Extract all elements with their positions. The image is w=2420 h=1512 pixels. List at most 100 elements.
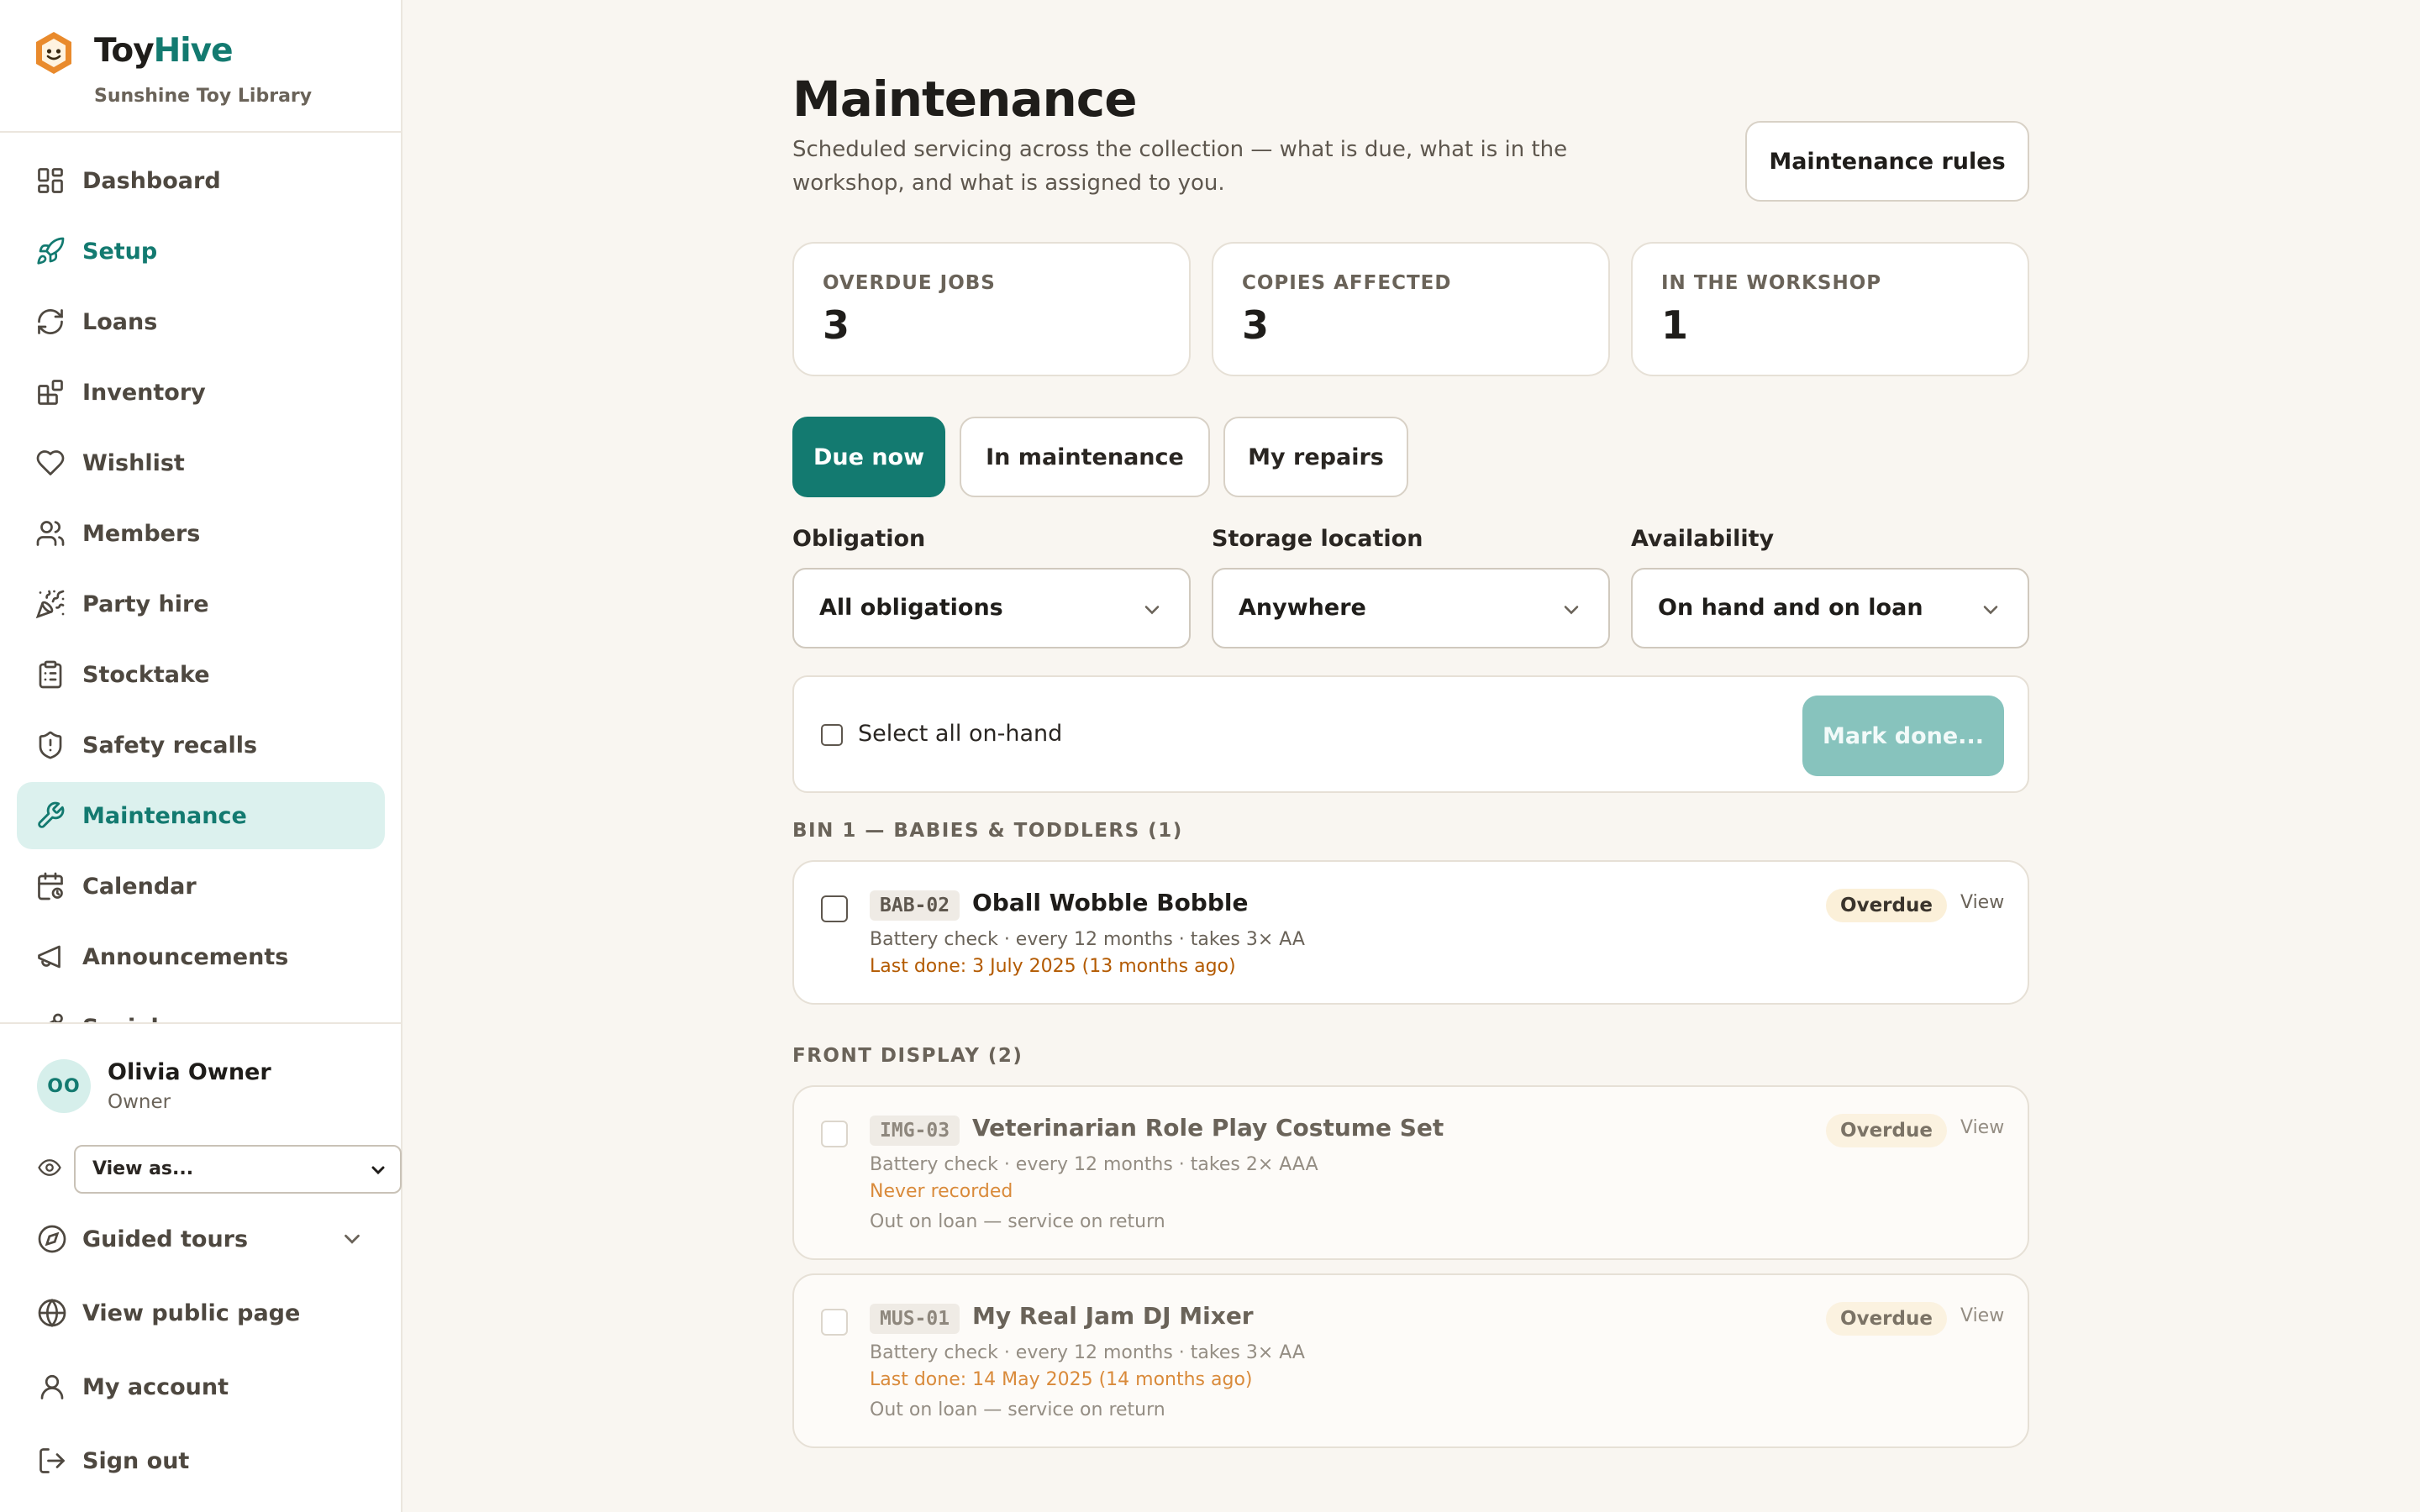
item-loan-status: Out on loan — service on return xyxy=(870,1399,1165,1420)
select-value: On hand and on loan xyxy=(1658,595,1923,621)
sidebar-item-label: Inventory xyxy=(82,379,206,406)
sidebar-item-announcements[interactable]: Announcements xyxy=(17,923,385,990)
sidebar-item-inventory[interactable]: Inventory xyxy=(17,359,385,426)
megaphone-icon xyxy=(38,945,60,969)
sidebar-item-label: Announcements xyxy=(82,943,289,970)
sidebar-item-party-hire[interactable]: Party hire xyxy=(17,570,385,638)
select-all-checkbox[interactable] xyxy=(821,724,843,746)
select-value: All obligations xyxy=(819,595,1003,621)
guided-tours-toggle[interactable]: Guided tours xyxy=(37,1221,248,1257)
sidebar-nav: Dashboard Setup Loans Inventory Wishlist… xyxy=(17,147,385,1022)
compass-icon xyxy=(38,1225,66,1253)
group-heading: BIN 1 — BABIES & TODDLERS (1) xyxy=(792,820,1183,842)
maintenance-item-card: BAB-02 Oball Wobble Bobble Battery check… xyxy=(792,860,2029,1005)
user-role: Owner xyxy=(108,1091,171,1113)
sign-out-icon xyxy=(39,1448,65,1473)
dashboard-icon xyxy=(38,168,63,193)
item-checkbox xyxy=(821,1309,848,1336)
maintenance-item-card: MUS-01 My Real Jam DJ Mixer Battery chec… xyxy=(792,1273,2029,1448)
status-badge: Overdue xyxy=(1826,889,1947,922)
user-name: Olivia Owner xyxy=(108,1059,271,1085)
sidebar-item-label: Wishlist xyxy=(82,449,185,476)
filter-label-storage: Storage location xyxy=(1212,526,1423,552)
my-account-link[interactable]: My account xyxy=(37,1368,229,1405)
user-icon xyxy=(40,1374,64,1399)
stat-label: IN THE WORKSHOP xyxy=(1661,272,1882,294)
sidebar-item-wishlist[interactable]: Wishlist xyxy=(17,429,385,496)
stat-label: COPIES AFFECTED xyxy=(1242,272,1452,294)
sign-out-label: Sign out xyxy=(82,1447,190,1474)
toyhive-logo-icon xyxy=(36,32,71,74)
view-public-page-label: View public page xyxy=(82,1299,301,1326)
sidebar-footer: OO Olivia Owner Owner View as... xyxy=(0,1022,402,1512)
shield-icon xyxy=(39,731,62,759)
obligation-select[interactable]: All obligations xyxy=(792,568,1191,648)
filter-label-obligation: Obligation xyxy=(792,526,926,552)
view-as-value: View as... xyxy=(92,1158,194,1179)
availability-select[interactable]: On hand and on loan xyxy=(1631,568,2029,648)
storage-location-select[interactable]: Anywhere xyxy=(1212,568,1610,648)
item-checkbox[interactable] xyxy=(821,895,848,922)
party-popper-icon xyxy=(35,590,65,619)
mark-done-button[interactable]: Mark done... xyxy=(1802,696,2004,776)
sidebar-item-label: Setup xyxy=(82,238,158,265)
wrench-icon xyxy=(38,801,65,828)
select-value: Anywhere xyxy=(1239,595,1366,621)
sidebar-item-label: Calendar xyxy=(82,873,197,900)
users-icon xyxy=(36,521,65,546)
sidebar-item-maintenance[interactable]: Maintenance xyxy=(17,782,385,849)
view-link[interactable]: View xyxy=(1960,1117,2004,1138)
sidebar-item-social[interactable]: Social xyxy=(17,994,385,1022)
tab-due-now[interactable]: Due now xyxy=(792,417,945,497)
item-meta: Battery check · every 12 months · takes … xyxy=(870,929,1305,950)
sidebar-item-loans[interactable]: Loans xyxy=(17,288,385,355)
heart-icon xyxy=(36,450,65,475)
sidebar-item-label: Social xyxy=(82,1015,159,1023)
stat-overdue-jobs: OVERDUE JOBS 3 xyxy=(792,242,1191,376)
filter-label-availability: Availability xyxy=(1631,526,1775,552)
divider xyxy=(0,131,401,133)
view-public-page-link[interactable]: View public page xyxy=(37,1294,300,1331)
sidebar: ToyHive Sunshine Toy Library Dashboard S… xyxy=(0,0,402,1512)
sidebar-item-stocktake[interactable]: Stocktake xyxy=(17,641,385,708)
chevron-down-icon xyxy=(1144,606,1160,615)
sidebar-item-label: Stocktake xyxy=(82,661,210,688)
tab-in-maintenance[interactable]: In maintenance xyxy=(960,417,1210,497)
sidebar-item-setup[interactable]: Setup xyxy=(17,218,385,285)
item-last-done: Last done: 3 July 2025 (13 months ago) xyxy=(870,956,1236,977)
stat-value: 1 xyxy=(1661,302,1689,348)
view-as-select[interactable]: View as... xyxy=(74,1145,402,1194)
chevron-down-icon[interactable] xyxy=(339,1226,365,1252)
item-code: BAB-02 xyxy=(870,890,960,921)
sidebar-item-label: Members xyxy=(82,520,201,547)
bulk-action-bar: Select all on-hand Mark done... xyxy=(792,675,2029,793)
sidebar-item-label: Party hire xyxy=(82,591,209,617)
maintenance-item-card: IMG-03 Veterinarian Role Play Costume Se… xyxy=(792,1085,2029,1260)
chevron-down-icon xyxy=(371,1166,385,1175)
tab-my-repairs[interactable]: My repairs xyxy=(1223,417,1408,497)
stat-label: OVERDUE JOBS xyxy=(823,272,996,294)
sidebar-item-calendar[interactable]: Calendar xyxy=(17,853,385,920)
sidebar-item-safety-recalls[interactable]: Safety recalls xyxy=(17,711,385,779)
library-name: Sunshine Toy Library xyxy=(94,86,313,107)
maintenance-rules-button[interactable]: Maintenance rules xyxy=(1745,121,2029,202)
view-link[interactable]: View xyxy=(1960,1305,2004,1326)
status-badge: Overdue xyxy=(1826,1114,1947,1147)
page-subtitle: Scheduled servicing across the collectio… xyxy=(792,137,1568,196)
calendar-icon xyxy=(38,872,63,900)
sidebar-item-dashboard[interactable]: Dashboard xyxy=(17,147,385,214)
blocks-icon xyxy=(38,380,63,405)
sign-out-link[interactable]: Sign out xyxy=(37,1442,189,1479)
view-link[interactable]: View xyxy=(1960,892,2004,913)
select-all-label[interactable]: Select all on-hand xyxy=(858,721,1062,747)
sidebar-item-members[interactable]: Members xyxy=(17,500,385,567)
item-code: MUS-01 xyxy=(870,1304,960,1334)
sidebar-item-label: Dashboard xyxy=(82,167,221,194)
stat-value: 3 xyxy=(1242,302,1270,348)
brand-name: ToyHive xyxy=(94,32,234,70)
stat-value: 3 xyxy=(823,302,850,348)
page-title: Maintenance xyxy=(792,71,1138,128)
item-meta: Battery check · every 12 months · takes … xyxy=(870,1154,1318,1175)
refresh-icon xyxy=(38,309,63,334)
globe-icon xyxy=(38,1298,66,1328)
